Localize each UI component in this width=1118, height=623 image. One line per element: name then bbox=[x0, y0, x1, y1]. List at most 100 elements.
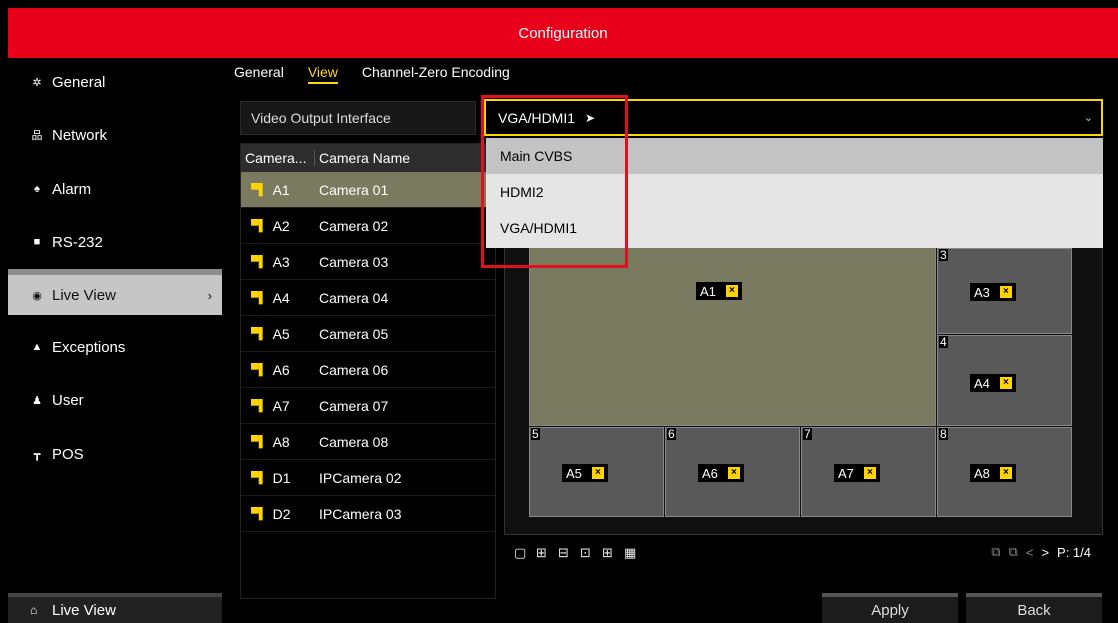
sidebar-item-exceptions[interactable]: ▲ Exceptions bbox=[8, 323, 222, 371]
alarm-icon: ♠ bbox=[34, 183, 40, 195]
table-row[interactable]: ▀▌ A7 Camera 07 bbox=[241, 388, 495, 424]
next-page-button[interactable]: > bbox=[1041, 545, 1049, 560]
dropdown-option-main-cvbs[interactable]: Main CVBS bbox=[486, 138, 1103, 174]
sidebar-item-rs232[interactable]: ■ RS-232 bbox=[8, 218, 222, 266]
camera-icon: ▀▌ bbox=[251, 435, 267, 448]
video-output-dropdown-list: Main CVBS HDMI2 VGA/HDMI1 bbox=[486, 138, 1103, 248]
camera-id: A2 bbox=[272, 217, 290, 234]
live-view-shortcut[interactable]: ⌂ Live View bbox=[8, 593, 222, 623]
window-border bbox=[0, 8, 8, 623]
table-row[interactable]: ▀▌ A3 Camera 03 bbox=[241, 244, 495, 280]
close-icon[interactable]: × bbox=[999, 467, 1012, 479]
sidebar-item-label: Alarm bbox=[52, 180, 92, 198]
pane-number: 8 bbox=[939, 427, 948, 441]
close-icon[interactable]: × bbox=[727, 467, 740, 479]
pane-camera-label: A5 bbox=[566, 465, 582, 481]
preview-pane-8[interactable]: 8 A8 × bbox=[937, 427, 1072, 517]
pane-label: A3 × bbox=[970, 283, 1016, 301]
rs232-icon: ■ bbox=[33, 236, 41, 248]
table-row[interactable]: ▀▌ A2 Camera 02 bbox=[241, 208, 495, 244]
chevron-right-icon: › bbox=[207, 287, 212, 303]
page-indicator: P: 1/4 bbox=[1057, 544, 1091, 560]
table-row[interactable]: ▀▌ A5 Camera 05 bbox=[241, 316, 495, 352]
chevron-down-icon[interactable]: ⌄ bbox=[1084, 111, 1093, 124]
table-header: Camera... Camera Name bbox=[241, 144, 495, 172]
preview-pane-5[interactable]: 5 A5 × bbox=[529, 427, 664, 517]
close-icon[interactable]: × bbox=[999, 377, 1012, 389]
layout-16-icon[interactable]: ▦ bbox=[624, 545, 636, 561]
column-header-camera-name[interactable]: Camera Name bbox=[315, 150, 410, 166]
eye-icon: ◉ bbox=[32, 289, 42, 302]
preview-pane-4[interactable]: 4 A4 × bbox=[937, 335, 1072, 426]
sidebar-item-user[interactable]: ♟ User bbox=[8, 376, 222, 424]
sidebar-item-label: POS bbox=[52, 445, 84, 463]
layout-1-icon[interactable]: ▢ bbox=[514, 545, 526, 561]
camera-name: Camera 05 bbox=[319, 325, 389, 342]
pane-number: 4 bbox=[939, 335, 948, 349]
sidebar-item-general[interactable]: ✲ General bbox=[8, 58, 222, 106]
network-icon: 品 bbox=[31, 130, 43, 142]
sidebar-item-label: Live View bbox=[52, 286, 116, 304]
layout-8-icon[interactable]: ⊡ bbox=[580, 545, 591, 561]
preview-pane-7[interactable]: 7 A7 × bbox=[801, 427, 936, 517]
column-header-camera[interactable]: Camera... bbox=[241, 150, 315, 166]
table-row[interactable]: ▀▌ A6 Camera 06 bbox=[241, 352, 495, 388]
layout-9-icon[interactable]: ⊞ bbox=[602, 545, 613, 561]
pane-camera-label: A1 bbox=[700, 283, 716, 299]
camera-icon: ▀▌ bbox=[251, 219, 267, 232]
camera-id: A8 bbox=[272, 433, 290, 450]
layout-clear-icon[interactable]: ⧉ bbox=[1009, 544, 1018, 560]
camera-id: A3 bbox=[272, 253, 290, 270]
window-title: Configuration bbox=[518, 24, 608, 42]
camera-icon: ▀▌ bbox=[251, 183, 267, 196]
pane-label: A6 × bbox=[698, 464, 744, 482]
camera-icon: ▀▌ bbox=[251, 363, 267, 376]
table-row[interactable]: ▀▌ A4 Camera 04 bbox=[241, 280, 495, 316]
table-row[interactable]: ▀▌ D2 IPCamera 03 bbox=[241, 496, 495, 532]
table-row[interactable]: ▀▌ A1 Camera 01 bbox=[241, 172, 495, 208]
video-output-select[interactable]: VGA/HDMI1 ➤ ⌄ bbox=[484, 99, 1103, 136]
table-row[interactable]: ▀▌ D1 IPCamera 02 bbox=[241, 460, 495, 496]
gear-icon: ✲ bbox=[32, 76, 42, 89]
tab-channel-zero-encoding[interactable]: Channel-Zero Encoding bbox=[362, 64, 510, 86]
sidebar-item-label: User bbox=[52, 391, 84, 409]
apply-button[interactable]: Apply bbox=[822, 593, 958, 623]
pane-number: 5 bbox=[531, 427, 540, 441]
dropdown-option-hdmi2[interactable]: HDMI2 bbox=[486, 174, 1103, 210]
sidebar-item-live-view[interactable]: ◉ Live View › bbox=[8, 269, 222, 315]
pane-camera-label: A7 bbox=[838, 465, 854, 481]
sidebar-item-alarm[interactable]: ♠ Alarm bbox=[8, 165, 222, 213]
camera-icon: ▀▌ bbox=[251, 471, 267, 484]
camera-id: D2 bbox=[272, 505, 291, 522]
table-row[interactable]: ▀▌ A8 Camera 08 bbox=[241, 424, 495, 460]
pane-camera-label: A4 bbox=[974, 375, 990, 391]
close-icon[interactable]: × bbox=[725, 285, 738, 297]
layout-6-icon[interactable]: ⊟ bbox=[558, 545, 569, 561]
tab-view[interactable]: View bbox=[307, 64, 338, 84]
back-button[interactable]: Back bbox=[966, 593, 1102, 623]
camera-id: D1 bbox=[272, 469, 291, 486]
camera-icon: ▀▌ bbox=[251, 399, 267, 412]
layout-set-icon[interactable]: ⧉ bbox=[991, 544, 1000, 560]
live-view-shortcut-label: Live View bbox=[52, 601, 116, 619]
camera-icon: ▀▌ bbox=[251, 327, 267, 340]
camera-name: Camera 07 bbox=[319, 397, 389, 414]
close-icon[interactable]: × bbox=[863, 467, 876, 479]
pane-number: 6 bbox=[667, 427, 676, 441]
pane-label: A1 × bbox=[696, 282, 742, 300]
preview-pane-6[interactable]: 6 A6 × bbox=[665, 427, 800, 517]
sidebar-item-network[interactable]: 品 Network bbox=[8, 111, 222, 159]
home-icon: ⌂ bbox=[30, 603, 38, 617]
close-icon[interactable]: × bbox=[999, 286, 1012, 298]
prev-page-button[interactable]: < bbox=[1026, 545, 1034, 560]
tab-general[interactable]: General bbox=[234, 64, 284, 86]
preview-pane-3[interactable]: 3 A3 × bbox=[937, 248, 1072, 334]
sidebar-item-pos[interactable]: ┳ POS bbox=[8, 430, 222, 478]
warning-icon: ▲ bbox=[31, 341, 43, 353]
close-icon[interactable]: × bbox=[591, 467, 604, 479]
dropdown-option-vga-hdmi1[interactable]: VGA/HDMI1 bbox=[486, 210, 1103, 246]
camera-id: A5 bbox=[272, 325, 290, 342]
layout-toolbar: ▢ ⊞ ⊟ ⊡ ⊞ ▦ ⧉ ⧉ < > P: 1/4 bbox=[504, 537, 1103, 567]
pane-camera-label: A6 bbox=[702, 465, 718, 481]
layout-4-icon[interactable]: ⊞ bbox=[536, 545, 547, 561]
